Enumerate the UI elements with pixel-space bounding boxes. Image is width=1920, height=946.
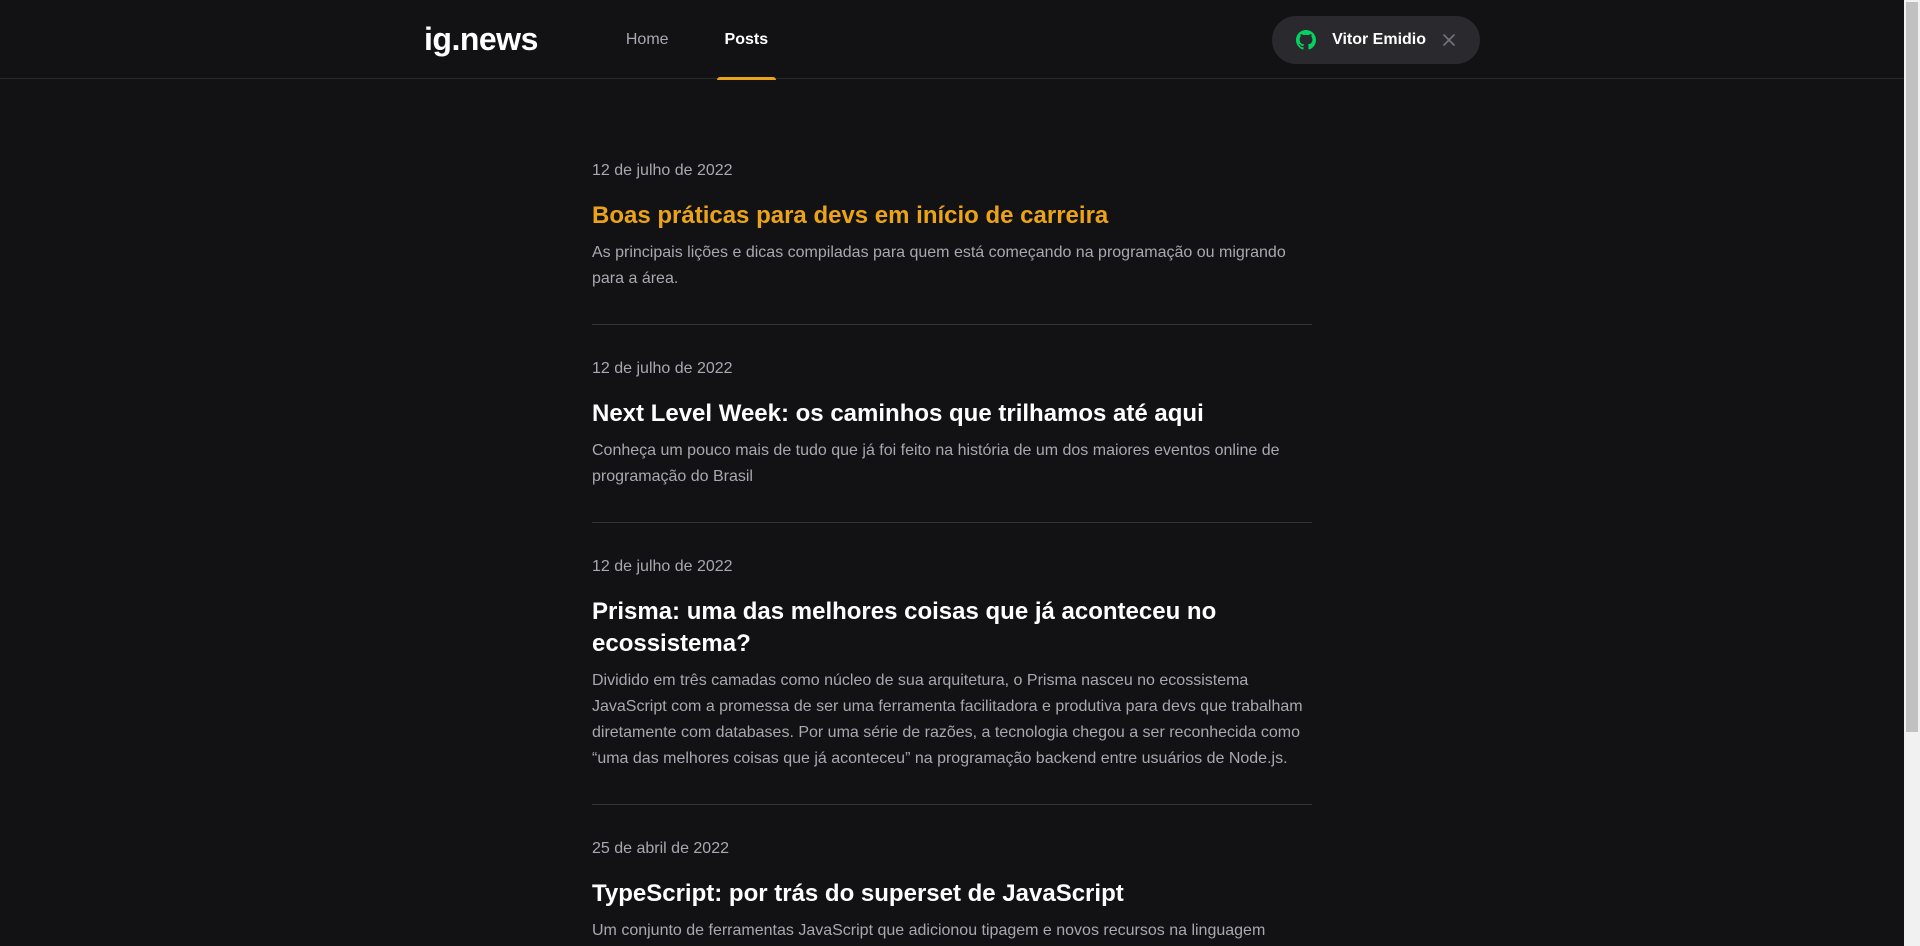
post-card[interactable]: 12 de julho de 2022 Prisma: uma das melh… <box>592 555 1312 805</box>
nav-link-posts[interactable]: Posts <box>716 0 777 80</box>
page: ig.news Home Posts Vitor Emidio 12 de ju… <box>0 0 1904 946</box>
posts-list: 12 de julho de 2022 Boas práticas para d… <box>592 159 1312 946</box>
post-date: 25 de abril de 2022 <box>592 840 729 857</box>
post-card[interactable]: 12 de julho de 2022 Boas práticas para d… <box>592 159 1312 325</box>
nav-link-home[interactable]: Home <box>618 0 677 79</box>
post-excerpt: Dividido em três camadas como núcleo de … <box>592 672 1303 767</box>
user-name: Vitor Emidio <box>1332 30 1426 48</box>
post-date: 12 de julho de 2022 <box>592 162 733 179</box>
github-icon <box>1296 29 1317 50</box>
main-nav: Home Posts <box>618 0 816 80</box>
post-title[interactable]: Prisma: uma das melhores coisas que já a… <box>592 596 1312 660</box>
logo[interactable]: ig.news <box>424 21 538 58</box>
post-title[interactable]: Boas práticas para devs em início de car… <box>592 200 1312 232</box>
header-content: ig.news Home Posts Vitor Emidio <box>424 0 1480 80</box>
vertical-scrollbar[interactable] <box>1904 0 1920 946</box>
close-icon[interactable] <box>1442 33 1456 47</box>
scrollbar-thumb[interactable] <box>1906 2 1918 732</box>
post-title[interactable]: Next Level Week: os caminhos que trilham… <box>592 398 1312 430</box>
post-title[interactable]: TypeScript: por trás do superset de Java… <box>592 878 1312 910</box>
github-signin-button[interactable]: Vitor Emidio <box>1272 15 1480 64</box>
post-date: 12 de julho de 2022 <box>592 558 733 575</box>
post-card[interactable]: 12 de julho de 2022 Next Level Week: os … <box>592 357 1312 523</box>
post-excerpt: As principais lições e dicas compiladas … <box>592 244 1286 287</box>
post-excerpt: Um conjunto de ferramentas JavaScript qu… <box>592 922 1266 939</box>
post-card[interactable]: 25 de abril de 2022 TypeScript: por trás… <box>592 837 1312 946</box>
post-excerpt: Conheça um pouco mais de tudo que já foi… <box>592 442 1280 485</box>
post-date: 12 de julho de 2022 <box>592 360 733 377</box>
app-header: ig.news Home Posts Vitor Emidio <box>0 0 1904 80</box>
